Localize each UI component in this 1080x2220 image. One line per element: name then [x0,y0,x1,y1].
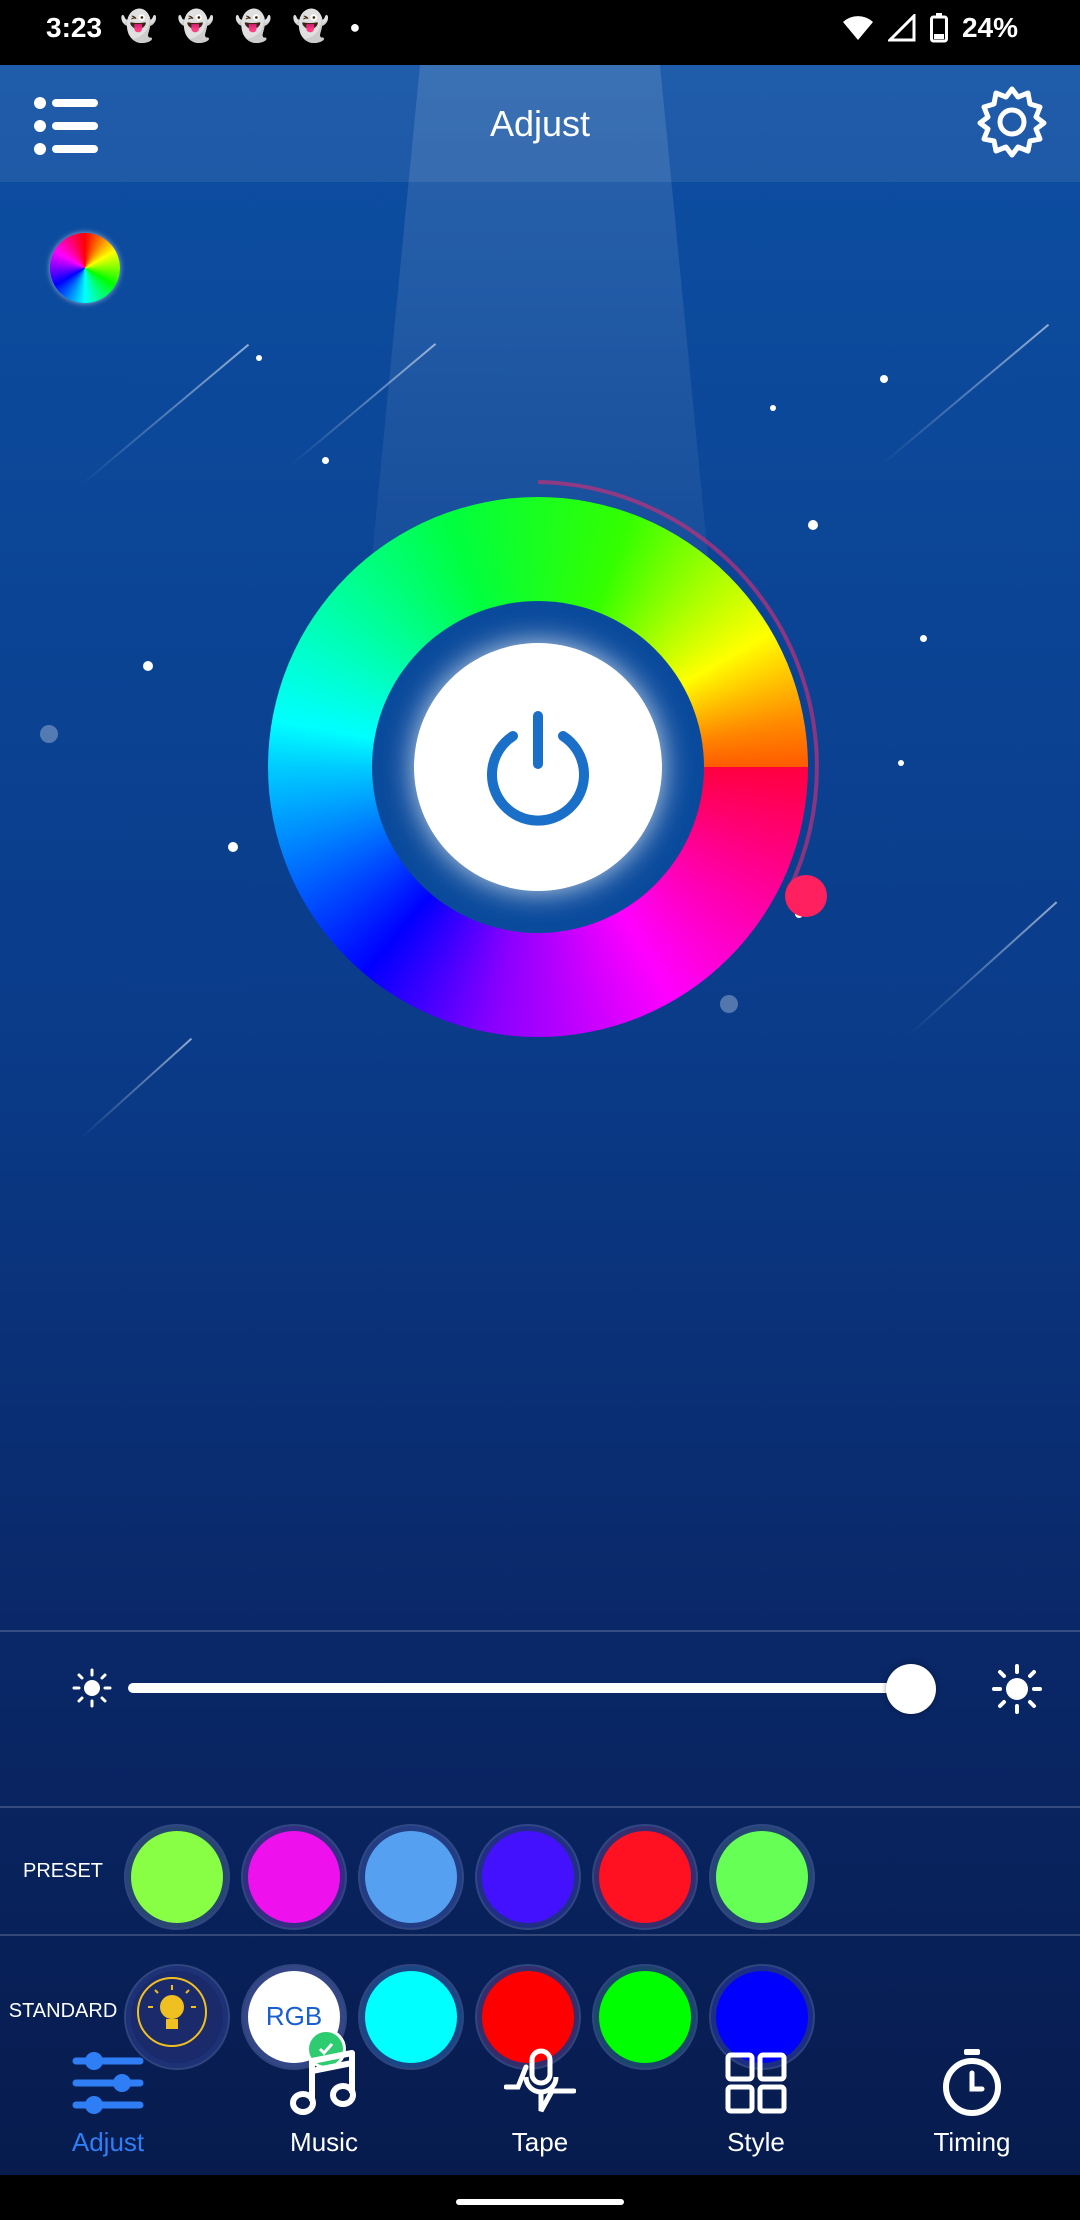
star [322,457,329,464]
nav-label: Adjust [71,2127,145,2157]
grid-icon [725,2052,787,2114]
timer-icon [943,2049,1001,2116]
star [770,405,776,411]
star [898,760,904,766]
app-screen: Adjust PRESET STANDARD RGB Adjust Music … [0,65,1080,2175]
status-time: 3:23 [46,12,103,43]
preset-label: PRESET [22,1860,104,1882]
star [143,661,153,671]
brightness-low-icon [72,1668,112,1708]
nav-adjust[interactable]: Adjust [0,2025,216,2175]
divider [0,1934,1080,1936]
status-right: 24% [842,12,1018,44]
page-title: Adjust [489,103,591,144]
microphone-icon [504,2048,576,2113]
preset-swatch[interactable] [594,1826,696,1928]
preset-swatch[interactable] [243,1826,345,1928]
nav-label: Style [727,2127,785,2157]
bottom-nav: Adjust Music Tape Style Timing [0,2025,1080,2175]
snapchat-icon: 👻 [120,10,158,43]
slider-track[interactable] [128,1683,912,1693]
snapchat-icon: 👻 [292,10,330,43]
slider-thumb[interactable] [886,1664,936,1714]
star [40,725,58,743]
gesture-bar [0,2175,1080,2220]
star [880,375,888,383]
nav-label: Music [290,2127,358,2157]
brightness-high-icon [992,1664,1042,1714]
star [228,842,238,852]
signal-icon [887,14,916,42]
preset-swatch[interactable] [711,1826,813,1928]
color-wheel[interactable] [268,480,819,1037]
settings-gear-icon[interactable] [974,83,1050,159]
shooting-star [79,343,250,487]
nav-label: Tape [511,2127,569,2157]
nav-label: Timing [933,2127,1011,2157]
snapchat-icon: 👻 [177,10,215,43]
battery-icon [929,13,948,43]
preset-swatch[interactable] [360,1826,462,1928]
music-note-icon [290,2050,356,2115]
preset-row: PRESET [0,1808,1080,1936]
dot-icon: ● [349,17,361,37]
shooting-star [879,323,1050,467]
home-gesture-handle[interactable] [456,2199,624,2205]
wifi-icon [842,16,873,40]
nav-music[interactable]: Music [216,2025,432,2175]
color-palette-icon[interactable] [50,233,120,303]
status-bar: 3:23 👻 👻 👻 👻 ● 24% [0,0,1080,65]
star [256,355,262,361]
header: Adjust [0,65,1080,182]
sliders-icon [72,2052,144,2114]
notification-icons: 👻 👻 👻 👻 ● [120,12,360,42]
power-button[interactable] [414,643,662,891]
snapchat-icon: 👻 [234,10,273,43]
nav-timing[interactable]: Timing [864,2025,1080,2175]
battery-percent: 24% [961,12,1018,43]
nav-style[interactable]: Style [648,2025,864,2175]
power-icon [487,711,589,826]
shooting-star [79,1037,193,1140]
shooting-star [907,901,1058,1037]
preset-swatch[interactable] [477,1826,579,1928]
brightness-knob[interactable] [785,875,827,917]
nav-tape[interactable]: Tape [432,2025,648,2175]
standard-label: STANDARD [8,2000,118,2022]
star [920,635,927,642]
preset-swatch[interactable] [126,1826,228,1928]
brightness-slider[interactable] [0,1630,1080,1740]
